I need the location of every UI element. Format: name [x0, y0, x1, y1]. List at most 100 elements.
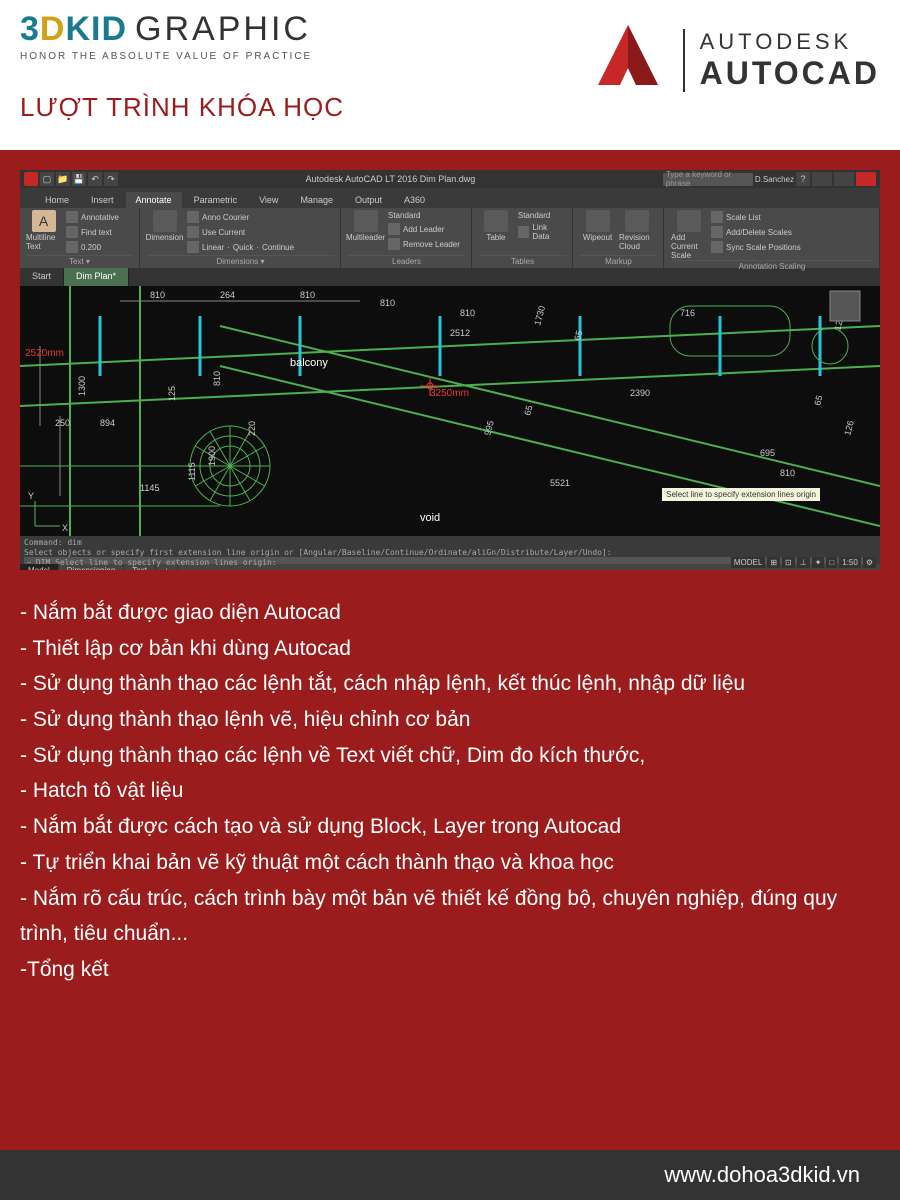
- dimension-button[interactable]: Dimension: [147, 210, 182, 255]
- ortho-icon[interactable]: ⊥: [797, 557, 810, 568]
- course-item-list: - Nắm bắt được giao diện Autocad- Thiết …: [20, 595, 880, 988]
- course-item: - Nắm bắt được giao diện Autocad: [20, 595, 880, 631]
- multiline-text-button[interactable]: AMultiline Text: [26, 210, 61, 255]
- tables-panel-label[interactable]: Tables: [479, 255, 566, 266]
- sync-scale-button[interactable]: Sync Scale Positions: [710, 240, 802, 254]
- layout-tab[interactable]: Text: [124, 564, 156, 570]
- qat-open-icon[interactable]: 📁: [56, 172, 70, 186]
- qat-new-icon[interactable]: ▢: [40, 172, 54, 186]
- svg-text:3250mm: 3250mm: [430, 388, 469, 399]
- maximize-button[interactable]: [834, 172, 854, 186]
- ribbon-tab-manage[interactable]: Manage: [290, 192, 343, 208]
- search-input[interactable]: Type a keyword or phrase: [663, 173, 753, 186]
- scale-list-button[interactable]: Scale List: [710, 210, 802, 224]
- ribbon-tab-view[interactable]: View: [249, 192, 288, 208]
- svg-text:716: 716: [680, 308, 695, 318]
- course-item: - Nắm rõ cấu trúc, cách trình bày một bả…: [20, 881, 880, 952]
- layout-tab[interactable]: Model: [20, 564, 59, 570]
- svg-text:810: 810: [212, 371, 222, 386]
- svg-text:Y: Y: [28, 491, 34, 501]
- annotative-option[interactable]: Annotative: [65, 210, 120, 224]
- status-bar: MODEL ⊞ ⊡ ⊥ ✦ □ 1:50 ⚙: [731, 554, 880, 570]
- add-delete-scales-button[interactable]: Add/Delete Scales: [710, 225, 802, 239]
- help-icon[interactable]: ?: [796, 172, 810, 186]
- model-status[interactable]: MODEL: [731, 557, 765, 568]
- svg-text:2520mm: 2520mm: [25, 348, 64, 359]
- text-height-option[interactable]: 0.200: [65, 240, 120, 254]
- user-label[interactable]: D.Sanchez: [755, 175, 794, 184]
- svg-text:1300: 1300: [77, 376, 87, 396]
- linear-button[interactable]: Linear · Quick · Continue: [186, 240, 295, 254]
- ribbon-tab-output[interactable]: Output: [345, 192, 392, 208]
- add-leader-button[interactable]: Add Leader: [387, 222, 461, 236]
- qat-redo-icon[interactable]: ↷: [104, 172, 118, 186]
- qat-undo-icon[interactable]: ↶: [88, 172, 102, 186]
- svg-text:2390: 2390: [630, 388, 650, 398]
- find-text-option[interactable]: Find text: [65, 225, 120, 239]
- snap-icon[interactable]: ⊡: [782, 557, 795, 568]
- autocad-label: AUTOCAD: [700, 55, 880, 92]
- polar-icon[interactable]: ✦: [812, 557, 825, 568]
- svg-text:125: 125: [167, 386, 177, 401]
- dim-panel-label[interactable]: Dimensions ▾: [147, 255, 334, 266]
- scaling-panel-label[interactable]: Annotation Scaling: [671, 260, 873, 271]
- wipeout-button[interactable]: Wipeout: [580, 210, 615, 255]
- osnap-icon[interactable]: □: [826, 557, 837, 568]
- svg-text:1730: 1730: [532, 305, 547, 327]
- scale-status[interactable]: 1:50: [839, 557, 861, 568]
- layout-tab[interactable]: Dimensioning: [59, 564, 124, 570]
- ribbon: AMultiline Text Annotative Find text 0.2…: [20, 208, 880, 268]
- table-style-option[interactable]: Standard: [517, 210, 566, 221]
- doc-tab[interactable]: Start: [20, 268, 64, 286]
- text-panel-label[interactable]: Text ▾: [26, 255, 133, 266]
- add-scale-button[interactable]: Add Current Scale: [671, 210, 706, 260]
- page-header: 3DKID GRAPHIC HONOR THE ABSOLUTE VALUE O…: [0, 0, 900, 150]
- autocad-screenshot: ▢ 📁 💾 ↶ ↷ Autodesk AutoCAD LT 2016 Dim P…: [20, 170, 880, 570]
- ribbon-tab-a360[interactable]: A360: [394, 192, 435, 208]
- ribbon-tab-parametric[interactable]: Parametric: [184, 192, 248, 208]
- dim-style-option[interactable]: Anno Courier: [186, 210, 295, 224]
- grid-icon[interactable]: ⊞: [767, 557, 780, 568]
- ribbon-tab-annotate[interactable]: Annotate: [126, 192, 182, 208]
- autocad-icon: [588, 20, 668, 100]
- course-item: - Hatch tô vật liệu: [20, 773, 880, 809]
- svg-text:X: X: [62, 523, 68, 533]
- logo-autodesk-block: AUTODESK AUTOCAD: [588, 20, 880, 100]
- svg-text:810: 810: [150, 290, 165, 300]
- autodesk-label: AUTODESK: [700, 29, 880, 55]
- logo-3dkid-block: 3DKID GRAPHIC HONOR THE ABSOLUTE VALUE O…: [20, 10, 344, 123]
- svg-text:810: 810: [780, 468, 795, 478]
- course-item: - Sử dụng thành thạo các lệnh tắt, cách …: [20, 666, 880, 702]
- course-item: -Tổng kết: [20, 952, 880, 988]
- doc-tab[interactable]: Dim Plan*: [64, 268, 129, 286]
- ribbon-tab-home[interactable]: Home: [35, 192, 79, 208]
- titlebar: ▢ 📁 💾 ↶ ↷ Autodesk AutoCAD LT 2016 Dim P…: [20, 170, 880, 188]
- leader-style-option[interactable]: Standard: [387, 210, 461, 221]
- layout-tab[interactable]: +: [156, 564, 178, 570]
- leaders-panel-label[interactable]: Leaders: [348, 255, 465, 266]
- course-item: - Sử dụng thành thạo lệnh vẽ, hiệu chỉnh…: [20, 702, 880, 738]
- svg-text:void: void: [420, 512, 440, 524]
- svg-text:balcony: balcony: [290, 357, 328, 369]
- drawing-canvas[interactable]: 81026481081081025121730716126652520mm130…: [20, 286, 880, 536]
- svg-text:2512: 2512: [450, 328, 470, 338]
- logo-3dkid: 3DKID: [20, 10, 127, 49]
- app-icon[interactable]: [24, 172, 38, 186]
- table-button[interactable]: Table: [479, 210, 513, 255]
- window-title: Autodesk AutoCAD LT 2016 Dim Plan.dwg: [118, 174, 663, 184]
- dim-layer-option[interactable]: Use Current: [186, 225, 295, 239]
- multileader-button[interactable]: Multileader: [348, 210, 383, 255]
- minimize-button[interactable]: [812, 172, 832, 186]
- link-data-button[interactable]: Link Data: [517, 222, 566, 242]
- remove-leader-button[interactable]: Remove Leader: [387, 237, 461, 251]
- svg-text:250: 250: [55, 418, 70, 428]
- svg-text:65: 65: [522, 404, 534, 416]
- revision-cloud-button[interactable]: Revision Cloud: [619, 210, 654, 255]
- close-button[interactable]: [856, 172, 876, 186]
- qat-save-icon[interactable]: 💾: [72, 172, 86, 186]
- ribbon-tab-insert[interactable]: Insert: [81, 192, 124, 208]
- markup-panel-label[interactable]: Markup: [580, 255, 657, 266]
- svg-text:1900: 1900: [207, 446, 217, 466]
- svg-text:1145: 1145: [140, 483, 159, 493]
- settings-icon[interactable]: ⚙: [863, 557, 876, 568]
